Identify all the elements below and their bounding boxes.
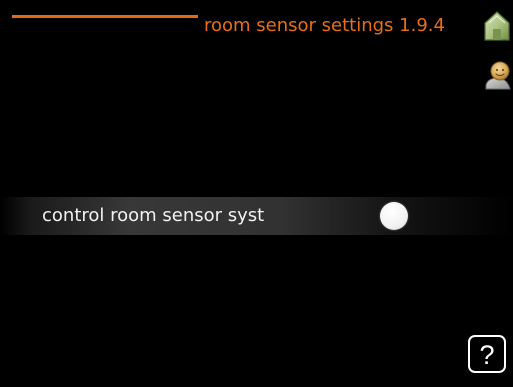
setting-row-control-room-sensor-syst[interactable]: control room sensor syst <box>0 197 513 235</box>
setting-label: control room sensor syst <box>42 205 265 226</box>
help-icon-label: ? <box>479 340 494 370</box>
side-icons <box>473 0 513 387</box>
toggle-switch[interactable] <box>380 202 408 230</box>
user-icon[interactable] <box>483 58 513 92</box>
page-title: room sensor settings 1.9.4 <box>204 15 445 36</box>
help-icon[interactable]: ? <box>467 334 509 376</box>
header-divider <box>12 15 198 18</box>
home-icon[interactable] <box>482 9 512 43</box>
